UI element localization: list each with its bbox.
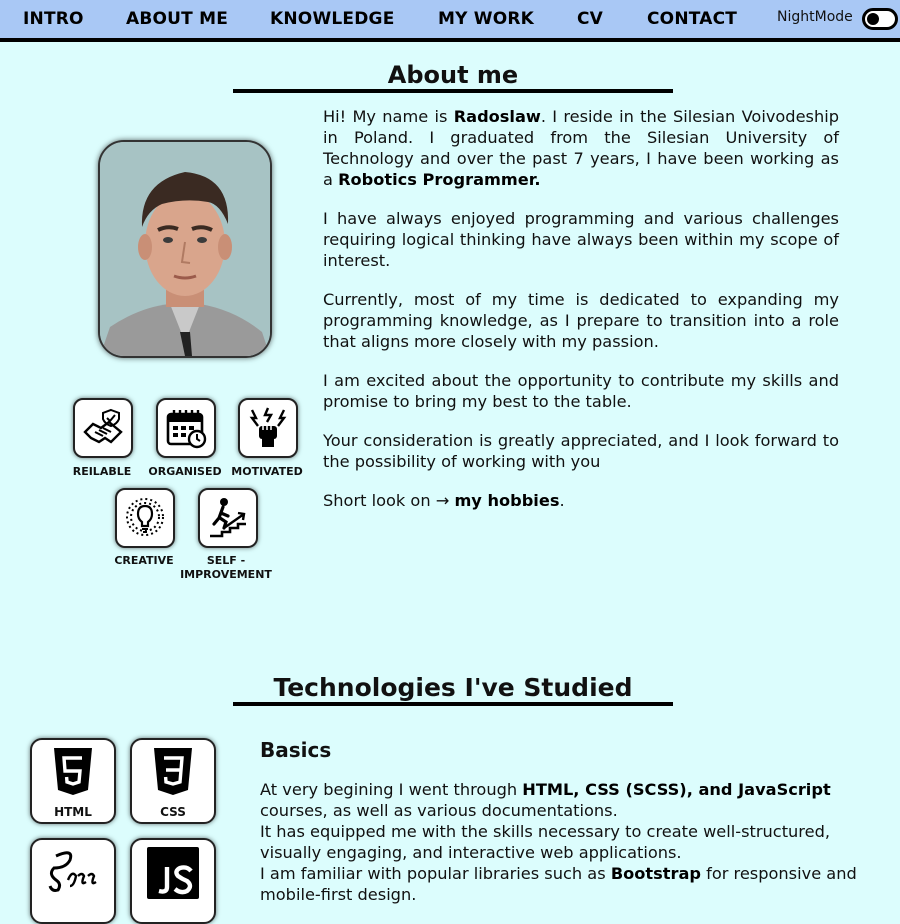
- tech-card-css: CSS: [130, 738, 216, 824]
- trait-label: SELF -: [206, 554, 246, 567]
- toggle-knob: [867, 13, 879, 25]
- about-paragraph: Currently, most of my time is dedicated …: [323, 290, 839, 351]
- js-icon: [147, 847, 199, 899]
- name-highlight: Radoslaw: [453, 107, 541, 126]
- trait-reliable-card: [73, 398, 133, 458]
- about-paragraph: Hi! My name is Radoslaw. I reside in the…: [323, 107, 840, 189]
- stairs-climb-icon: [210, 498, 246, 538]
- lightbulb-icon: [126, 498, 164, 536]
- tech-card-html: HTML: [30, 738, 116, 824]
- css3-icon: [154, 748, 192, 795]
- trait-creative-card: [115, 488, 175, 548]
- nav-about-me[interactable]: ABOUT ME: [126, 9, 228, 29]
- trait-organised-card: [156, 398, 216, 458]
- about-paragraph: I have always enjoyed programming and va…: [323, 209, 839, 270]
- profile-photo: [98, 140, 272, 358]
- tech-label: HTML: [54, 805, 92, 819]
- nav-intro[interactable]: INTRO: [23, 9, 84, 29]
- nightmode-label: NightMode: [777, 9, 853, 25]
- sass-icon: [48, 851, 97, 892]
- basics-text: At very begining I went through HTML, CS…: [260, 779, 870, 905]
- basics-title: Basics: [260, 738, 332, 762]
- about-heading: About me: [233, 63, 673, 93]
- top-navigation: INTRO ABOUT ME KNOWLEDGE MY WORK CV CONT…: [0, 0, 900, 42]
- basics-line: I am familiar with popular libraries suc…: [260, 864, 857, 904]
- nav-contact[interactable]: CONTACT: [647, 9, 737, 29]
- hobbies-link[interactable]: my hobbies: [454, 491, 559, 510]
- about-text: Hi! My name is Radoslaw. I reside in the…: [323, 106, 839, 529]
- handshake-icon: [83, 408, 123, 444]
- calendar-icon: [166, 410, 207, 449]
- tech-label: CSS: [160, 805, 186, 819]
- about-paragraph: Your consideration is greatly appreciate…: [323, 431, 839, 471]
- basics-line: It has equipped me with the skills neces…: [260, 822, 830, 862]
- nightmode-toggle[interactable]: [862, 8, 898, 30]
- html5-icon: [54, 748, 92, 795]
- about-paragraph: I am excited about the opportunity to co…: [323, 371, 839, 411]
- role-highlight: Robotics Programmer.: [338, 170, 541, 189]
- trait-label: IMPROVEMENT: [180, 568, 272, 581]
- trait-motivated-card: [238, 398, 298, 458]
- nav-my-work[interactable]: MY WORK: [438, 9, 534, 29]
- basics-line: At very begining I went through HTML, CS…: [260, 780, 831, 820]
- tech-card-js: [130, 838, 216, 924]
- tech-card-sass: [30, 838, 116, 924]
- trait-self-improvement-card: [198, 488, 258, 548]
- nav-knowledge[interactable]: KNOWLEDGE: [270, 9, 395, 29]
- fist-lightning-icon: [249, 407, 287, 447]
- trait-label: MOTIVATED: [231, 465, 303, 478]
- tech-heading: Technologies I've Studied: [233, 675, 673, 706]
- nav-cv[interactable]: CV: [577, 9, 603, 29]
- about-paragraph: Short look on → my hobbies.: [323, 491, 565, 510]
